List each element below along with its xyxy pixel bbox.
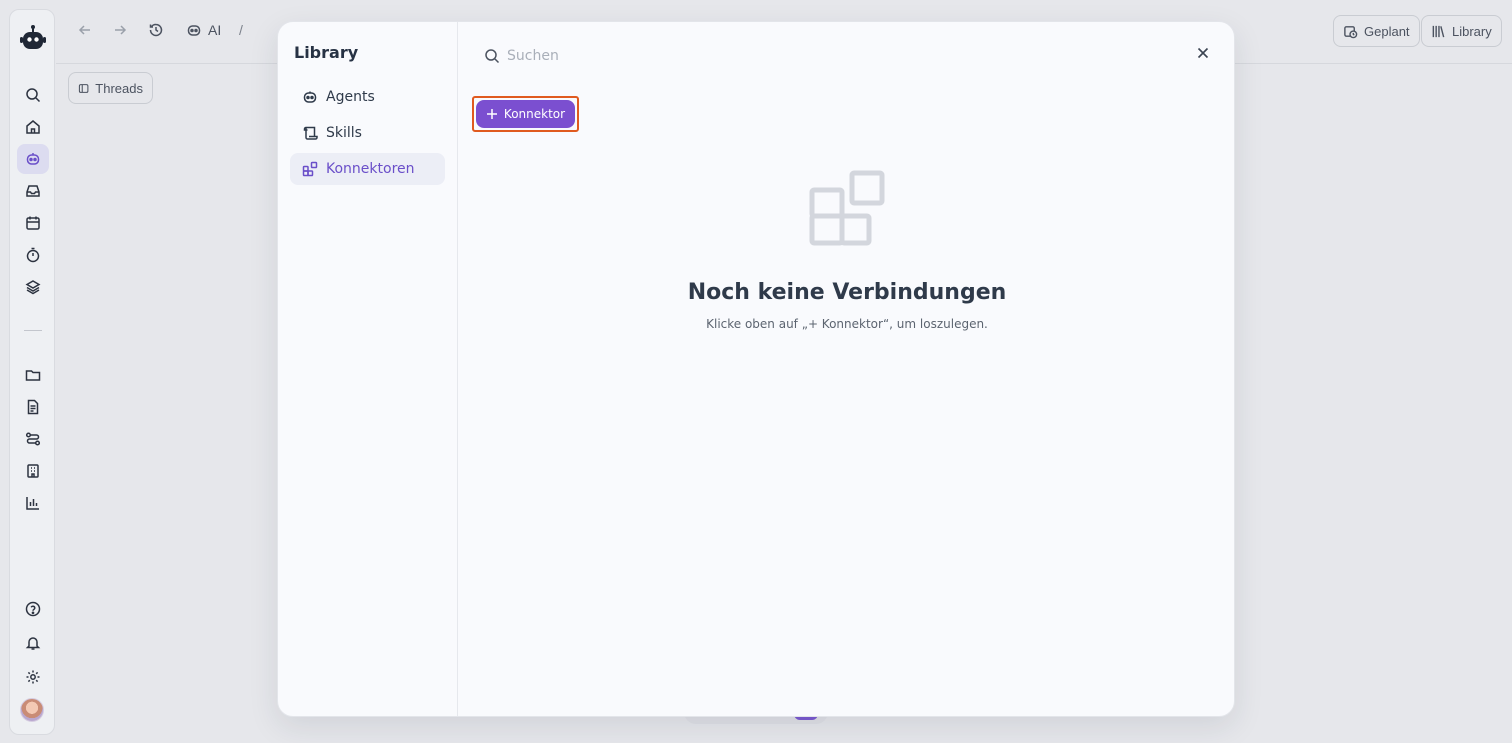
add-konnektor-button[interactable]: Konnektor (476, 100, 575, 128)
library-modal: Library Agents Skills Konnektoren Suchen… (277, 21, 1235, 717)
forward-arrow-icon[interactable] (112, 22, 128, 38)
rail-home-button[interactable] (17, 112, 49, 142)
scroll-icon (302, 125, 318, 141)
history-icon[interactable] (148, 22, 164, 38)
layers-icon (25, 280, 41, 295)
rail-settings-button[interactable] (17, 662, 49, 692)
grid-plus-icon (302, 161, 318, 177)
geplant-label: Geplant (1364, 23, 1410, 39)
rail-analytics-button[interactable] (17, 488, 49, 518)
rail-search-button[interactable] (17, 80, 49, 110)
left-rail (9, 9, 55, 735)
threads-toggle-button[interactable]: Threads (68, 72, 153, 104)
modal-title: Library (294, 43, 359, 62)
gear-icon (26, 670, 40, 684)
search-icon (26, 88, 41, 103)
rail-buildings-button[interactable] (17, 456, 49, 486)
rail-layers-button[interactable] (17, 272, 49, 302)
nav-item-konnektoren[interactable]: Konnektoren (290, 153, 445, 185)
rail-workflow-button[interactable] (17, 424, 49, 454)
geplant-button[interactable]: Geplant (1333, 15, 1420, 47)
folder-icon (25, 370, 41, 381)
document-icon (27, 399, 39, 415)
empty-connectors-icon (809, 170, 885, 246)
sidebar-panel-icon (78, 83, 89, 93)
workflow-icon (25, 432, 41, 446)
empty-state-subtitle: Klicke oben auf „+ Konnektor“, um loszul… (706, 317, 988, 331)
search-input[interactable] (507, 48, 807, 64)
plus-icon (486, 109, 497, 119)
back-arrow-icon[interactable] (77, 22, 93, 38)
threads-label: Threads (95, 80, 143, 96)
home-icon (26, 120, 40, 134)
nav-item-skills[interactable]: Skills (290, 117, 445, 149)
rail-calendar-button[interactable] (17, 208, 49, 238)
search-bar[interactable] (484, 48, 807, 64)
inbox-icon (26, 185, 40, 197)
rail-inbox-button[interactable] (17, 176, 49, 206)
scheduled-clock-icon (1344, 25, 1358, 38)
help-icon (25, 601, 41, 617)
library-label: Library (1452, 23, 1492, 39)
search-icon (485, 49, 500, 64)
calendar-icon (26, 216, 40, 230)
rail-ai-button[interactable] (17, 144, 49, 174)
robot-icon (26, 153, 40, 165)
nav-item-agents[interactable]: Agents (290, 81, 445, 113)
rail-notifications-button[interactable] (17, 628, 49, 658)
nav-item-label: Agents (326, 89, 375, 105)
timer-icon (26, 247, 40, 263)
rail-timer-button[interactable] (17, 240, 49, 270)
close-icon (1197, 47, 1209, 59)
add-konnektor-label: Konnektor (503, 107, 566, 121)
rail-divider (24, 330, 42, 331)
bell-icon (25, 637, 41, 650)
library-button[interactable]: Library (1421, 15, 1502, 47)
empty-state-title: Noch keine Verbindungen (687, 280, 1007, 305)
close-button[interactable] (1196, 46, 1210, 60)
breadcrumb-ai[interactable]: AI (208, 22, 221, 38)
nav-item-label: Skills (326, 125, 362, 141)
add-konnektor-button-highlight[interactable]: Konnektor (472, 96, 579, 132)
library-sidebar: Library Agents Skills Konnektoren (278, 22, 458, 716)
breadcrumb-separator: / (239, 22, 243, 38)
app-logo-icon[interactable] (20, 24, 46, 52)
rail-document-button[interactable] (17, 392, 49, 422)
robot-icon (302, 89, 318, 105)
bar-chart-icon (26, 497, 39, 510)
library-icon (1432, 25, 1445, 37)
user-avatar[interactable] (20, 698, 44, 722)
building-icon (27, 464, 39, 478)
crumb-robot-icon (186, 22, 202, 38)
nav-item-label: Konnektoren (326, 161, 415, 177)
rail-folder-button[interactable] (17, 360, 49, 390)
rail-help-button[interactable] (17, 594, 49, 624)
